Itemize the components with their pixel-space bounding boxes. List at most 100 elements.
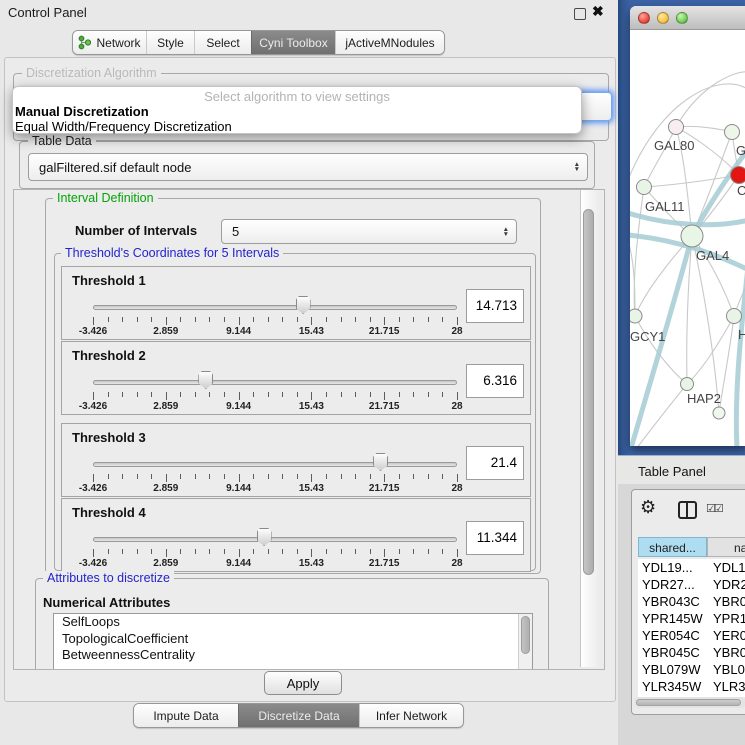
tick-mark bbox=[93, 317, 94, 325]
network-node-GAL11[interactable] bbox=[637, 180, 652, 195]
minimize-traffic-light-icon[interactable] bbox=[657, 12, 669, 24]
zoom-traffic-light-icon[interactable] bbox=[676, 12, 688, 24]
cell-name: YBR0 bbox=[708, 644, 745, 661]
slider-track[interactable] bbox=[93, 537, 457, 542]
tick-mark bbox=[399, 549, 400, 554]
table-row[interactable]: YBL079WYBL0 bbox=[638, 661, 745, 678]
cell-shared-name: YDR27... bbox=[638, 576, 708, 593]
network-node-GCY1[interactable] bbox=[630, 309, 642, 323]
network-node-HAP2[interactable] bbox=[681, 378, 694, 391]
tick-mark bbox=[166, 392, 167, 400]
tab-cyni-toolbox[interactable]: Cyni Toolbox bbox=[251, 31, 335, 54]
tab-style[interactable]: Style bbox=[146, 31, 194, 54]
threshold-value-field[interactable]: 6.316 bbox=[466, 364, 524, 398]
close-icon[interactable]: ✖ bbox=[592, 3, 604, 20]
interval-definition-title: Interval Definition bbox=[53, 191, 158, 205]
tick-mark bbox=[457, 549, 458, 557]
cell-name: YDL1 bbox=[708, 559, 745, 576]
tick-mark bbox=[355, 549, 356, 554]
cell-name: YDR2 bbox=[708, 576, 745, 593]
tab-label: Select bbox=[206, 36, 239, 50]
slider-track[interactable] bbox=[93, 305, 457, 310]
vertical-scrollbar[interactable] bbox=[580, 190, 598, 667]
tick-label: 9.144 bbox=[226, 401, 251, 412]
tick-mark bbox=[166, 317, 167, 325]
cell-shared-name: YBL079W bbox=[638, 661, 708, 678]
table-row[interactable]: YDR27...YDR2 bbox=[638, 576, 745, 593]
algorithm-option-equal-width-frequency-discretization[interactable]: Equal Width/Frequency Discretization bbox=[13, 119, 581, 134]
slider-knob[interactable] bbox=[198, 371, 213, 389]
table-row[interactable]: YPR145WYPR1 bbox=[638, 610, 745, 627]
gear-icon[interactable]: ⚙ bbox=[640, 497, 656, 518]
slider-knob[interactable] bbox=[296, 296, 311, 314]
tick-mark bbox=[239, 549, 240, 557]
tick-mark bbox=[253, 392, 254, 397]
network-canvas[interactable]: GAL80GACGAL11GAL4GCY1HHAP2 bbox=[630, 30, 745, 446]
tab-label: Cyni Toolbox bbox=[259, 36, 327, 50]
threshold-value-field[interactable]: 14.713 bbox=[466, 289, 524, 323]
table-data-select[interactable]: galFiltered.sif default node ▲▼ bbox=[28, 153, 588, 181]
slider-knob[interactable] bbox=[257, 528, 272, 546]
control-panel-window: Control Panel ✖ NetworkStyleSelectCyni T… bbox=[0, 0, 618, 745]
tab-select[interactable]: Select bbox=[194, 31, 251, 54]
list-item[interactable]: SelfLoops bbox=[54, 614, 532, 631]
tick-label: 21.715 bbox=[369, 483, 400, 494]
tick-mark bbox=[268, 392, 269, 397]
number-of-intervals-select[interactable]: 5 ▲▼ bbox=[221, 219, 517, 244]
apply-button[interactable]: Apply bbox=[264, 671, 342, 695]
network-node-GAL80[interactable] bbox=[669, 120, 684, 135]
tick-mark bbox=[268, 317, 269, 322]
column-header-shared[interactable]: shared... bbox=[638, 537, 707, 557]
column-header-name[interactable]: na bbox=[707, 537, 745, 557]
tab-network[interactable]: Network bbox=[73, 31, 146, 54]
table-row[interactable]: YBR043CYBR0 bbox=[638, 593, 745, 610]
algorithm-option-manual-discretization[interactable]: Manual Discretization bbox=[13, 104, 581, 119]
network-node-C[interactable] bbox=[731, 167, 745, 184]
network-node-GAL4[interactable] bbox=[681, 225, 703, 247]
tab-infer-network[interactable]: Infer Network bbox=[359, 704, 463, 727]
horizontal-scrollbar[interactable] bbox=[634, 697, 745, 708]
tab-jactivemnodules[interactable]: jActiveMNodules bbox=[335, 31, 444, 54]
network-node-unnamed[interactable] bbox=[713, 407, 725, 419]
table-row[interactable]: YDL19...YDL1 bbox=[638, 559, 745, 576]
horizontal-scrollbar-thumb[interactable] bbox=[636, 699, 741, 706]
list-scrollbar-thumb[interactable] bbox=[521, 616, 530, 654]
stepper-icon[interactable]: ▲▼ bbox=[574, 162, 580, 172]
list-item[interactable]: TopologicalCoefficient bbox=[54, 631, 532, 648]
network-node-H[interactable] bbox=[727, 309, 742, 324]
slider-track[interactable] bbox=[93, 380, 457, 385]
stepper-icon[interactable]: ▲▼ bbox=[503, 227, 509, 237]
tick-label: -3.426 bbox=[79, 483, 107, 494]
tick-label: 21.715 bbox=[369, 558, 400, 569]
select-columns-icon[interactable]: ☑☑ bbox=[706, 502, 722, 515]
table-row[interactable]: YLR345WYLR3 bbox=[638, 678, 745, 695]
tick-label: 28 bbox=[451, 558, 462, 569]
tick-mark bbox=[239, 317, 240, 325]
tab-discretize-data[interactable]: Discretize Data bbox=[238, 704, 359, 727]
table-row[interactable]: YER054CYER0 bbox=[638, 627, 745, 644]
tick-mark bbox=[151, 317, 152, 322]
tick-label: 2.859 bbox=[153, 483, 178, 494]
tick-label: 15.43 bbox=[299, 401, 324, 412]
list-item[interactable]: BetweennessCentrality bbox=[54, 647, 532, 664]
threshold-value-field[interactable]: 11.344 bbox=[466, 521, 524, 555]
tick-mark bbox=[268, 549, 269, 554]
columns-icon[interactable] bbox=[678, 501, 697, 519]
tab-impute-data[interactable]: Impute Data bbox=[134, 704, 238, 727]
threshold-panel-2: Threshold 2-3.4262.8599.14415.4321.71528… bbox=[61, 341, 531, 415]
vertical-scrollbar-thumb[interactable] bbox=[583, 209, 594, 575]
list-scrollbar[interactable] bbox=[518, 614, 532, 670]
table-row[interactable]: YBR045CYBR0 bbox=[638, 644, 745, 661]
tick-mark bbox=[370, 392, 371, 397]
tick-label: 2.859 bbox=[153, 401, 178, 412]
float-window-icon[interactable] bbox=[574, 8, 586, 20]
slider-track[interactable] bbox=[93, 462, 457, 467]
close-traffic-light-icon[interactable] bbox=[638, 12, 650, 24]
numerical-attributes-list[interactable]: SelfLoopsTopologicalCoefficientBetweenne… bbox=[53, 613, 533, 670]
tick-mark bbox=[108, 474, 109, 479]
threshold-value-field[interactable]: 21.4 bbox=[466, 446, 524, 480]
tick-mark bbox=[282, 474, 283, 479]
tick-label: 9.144 bbox=[226, 558, 251, 569]
network-node-GA[interactable] bbox=[725, 125, 740, 140]
slider-knob[interactable] bbox=[373, 453, 388, 471]
